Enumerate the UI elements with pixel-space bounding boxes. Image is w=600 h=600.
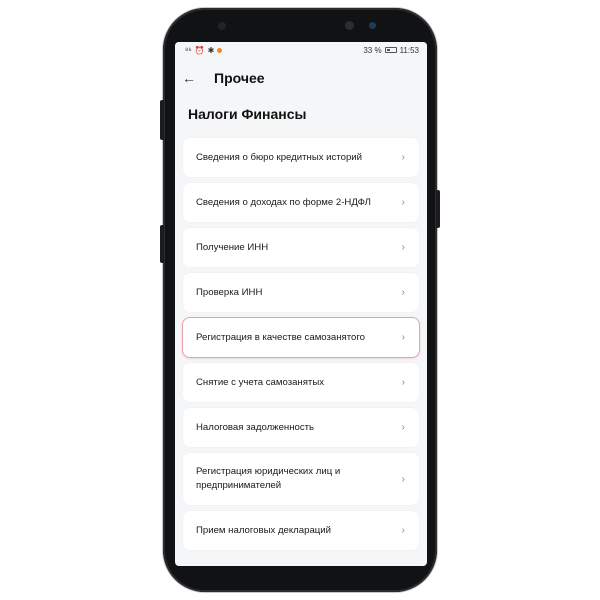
status-right: 33 % 11:53 xyxy=(363,46,419,55)
chevron-right-icon: › xyxy=(401,242,405,253)
chevron-right-icon: › xyxy=(401,473,405,485)
list-item-tax-declarations[interactable]: Прием налоговых деклараций › xyxy=(183,511,419,550)
section-title: Налоги Финансы xyxy=(188,106,307,122)
bluetooth-icon: ✱ xyxy=(207,45,215,55)
chevron-right-icon: › xyxy=(401,525,405,536)
chevron-right-icon: › xyxy=(401,422,405,433)
list-item-label: Получение ИНН xyxy=(196,241,269,253)
sensor-icon xyxy=(369,22,376,29)
iris-scanner-icon xyxy=(218,22,226,30)
list-item-label: Регистрация юридических лиц и предприним… xyxy=(196,466,341,491)
battery-icon xyxy=(384,47,397,53)
list-item-label: Сведения о доходах по форме 2-НДФЛ xyxy=(196,196,371,208)
list-item-tax-debt[interactable]: Налоговая задолженность › xyxy=(183,408,419,447)
app-bar: ← Прочее xyxy=(175,58,427,98)
signal-icon: ⁸⁶ xyxy=(185,45,192,55)
list-item-self-employed-deregistration[interactable]: Снятие с учета самозанятых › xyxy=(183,363,419,402)
list-item-credit-history[interactable]: Сведения о бюро кредитных историй › xyxy=(183,138,419,177)
status-bar: ⁸⁶ ⏰ ✱ 33 % 11:53 xyxy=(175,42,427,58)
list-item-label: Налоговая задолженность xyxy=(196,421,315,433)
bixby-button xyxy=(160,225,164,263)
list-item-get-inn[interactable]: Получение ИНН › xyxy=(183,228,419,267)
battery-percent: 33 % xyxy=(363,45,382,55)
list-item-label: Регистрация в качестве самозанятого xyxy=(196,331,365,343)
alarm-icon: ⏰ xyxy=(194,45,205,55)
page-title: Прочее xyxy=(214,70,265,86)
list-item-check-inn[interactable]: Проверка ИНН › xyxy=(183,273,419,312)
volume-button xyxy=(160,100,164,140)
list-item-legal-entity-registration[interactable]: Регистрация юридических лиц и предприним… xyxy=(183,453,419,505)
chevron-right-icon: › xyxy=(401,377,405,388)
status-time: 11:53 xyxy=(399,45,419,55)
list-item-label: Проверка ИНН xyxy=(196,286,263,298)
list-item-income-2ndfl[interactable]: Сведения о доходах по форме 2-НДФЛ › xyxy=(183,183,419,222)
list-item-self-employed-registration[interactable]: Регистрация в качестве самозанятого › xyxy=(183,318,419,357)
chevron-right-icon: › xyxy=(401,332,405,343)
list-item-label: Прием налоговых деклараций xyxy=(196,524,331,536)
app-notification-icon xyxy=(217,47,223,53)
back-arrow-icon[interactable]: ← xyxy=(182,70,200,86)
list-item-label: Сведения о бюро кредитных историй xyxy=(196,151,363,163)
chevron-right-icon: › xyxy=(401,287,405,298)
power-button xyxy=(436,190,440,228)
list-item-label: Снятие с учета самозанятых xyxy=(196,376,325,388)
phone-screen: ⁸⁶ ⏰ ✱ 33 % 11:53 ← Прочее Налоги Финанс… xyxy=(175,42,427,566)
services-list: Сведения о бюро кредитных историй › Свед… xyxy=(175,130,427,550)
chevron-right-icon: › xyxy=(401,197,405,208)
chevron-right-icon: › xyxy=(401,152,405,163)
front-camera-icon xyxy=(345,21,354,30)
status-left: ⁸⁶ ⏰ ✱ xyxy=(185,45,223,55)
